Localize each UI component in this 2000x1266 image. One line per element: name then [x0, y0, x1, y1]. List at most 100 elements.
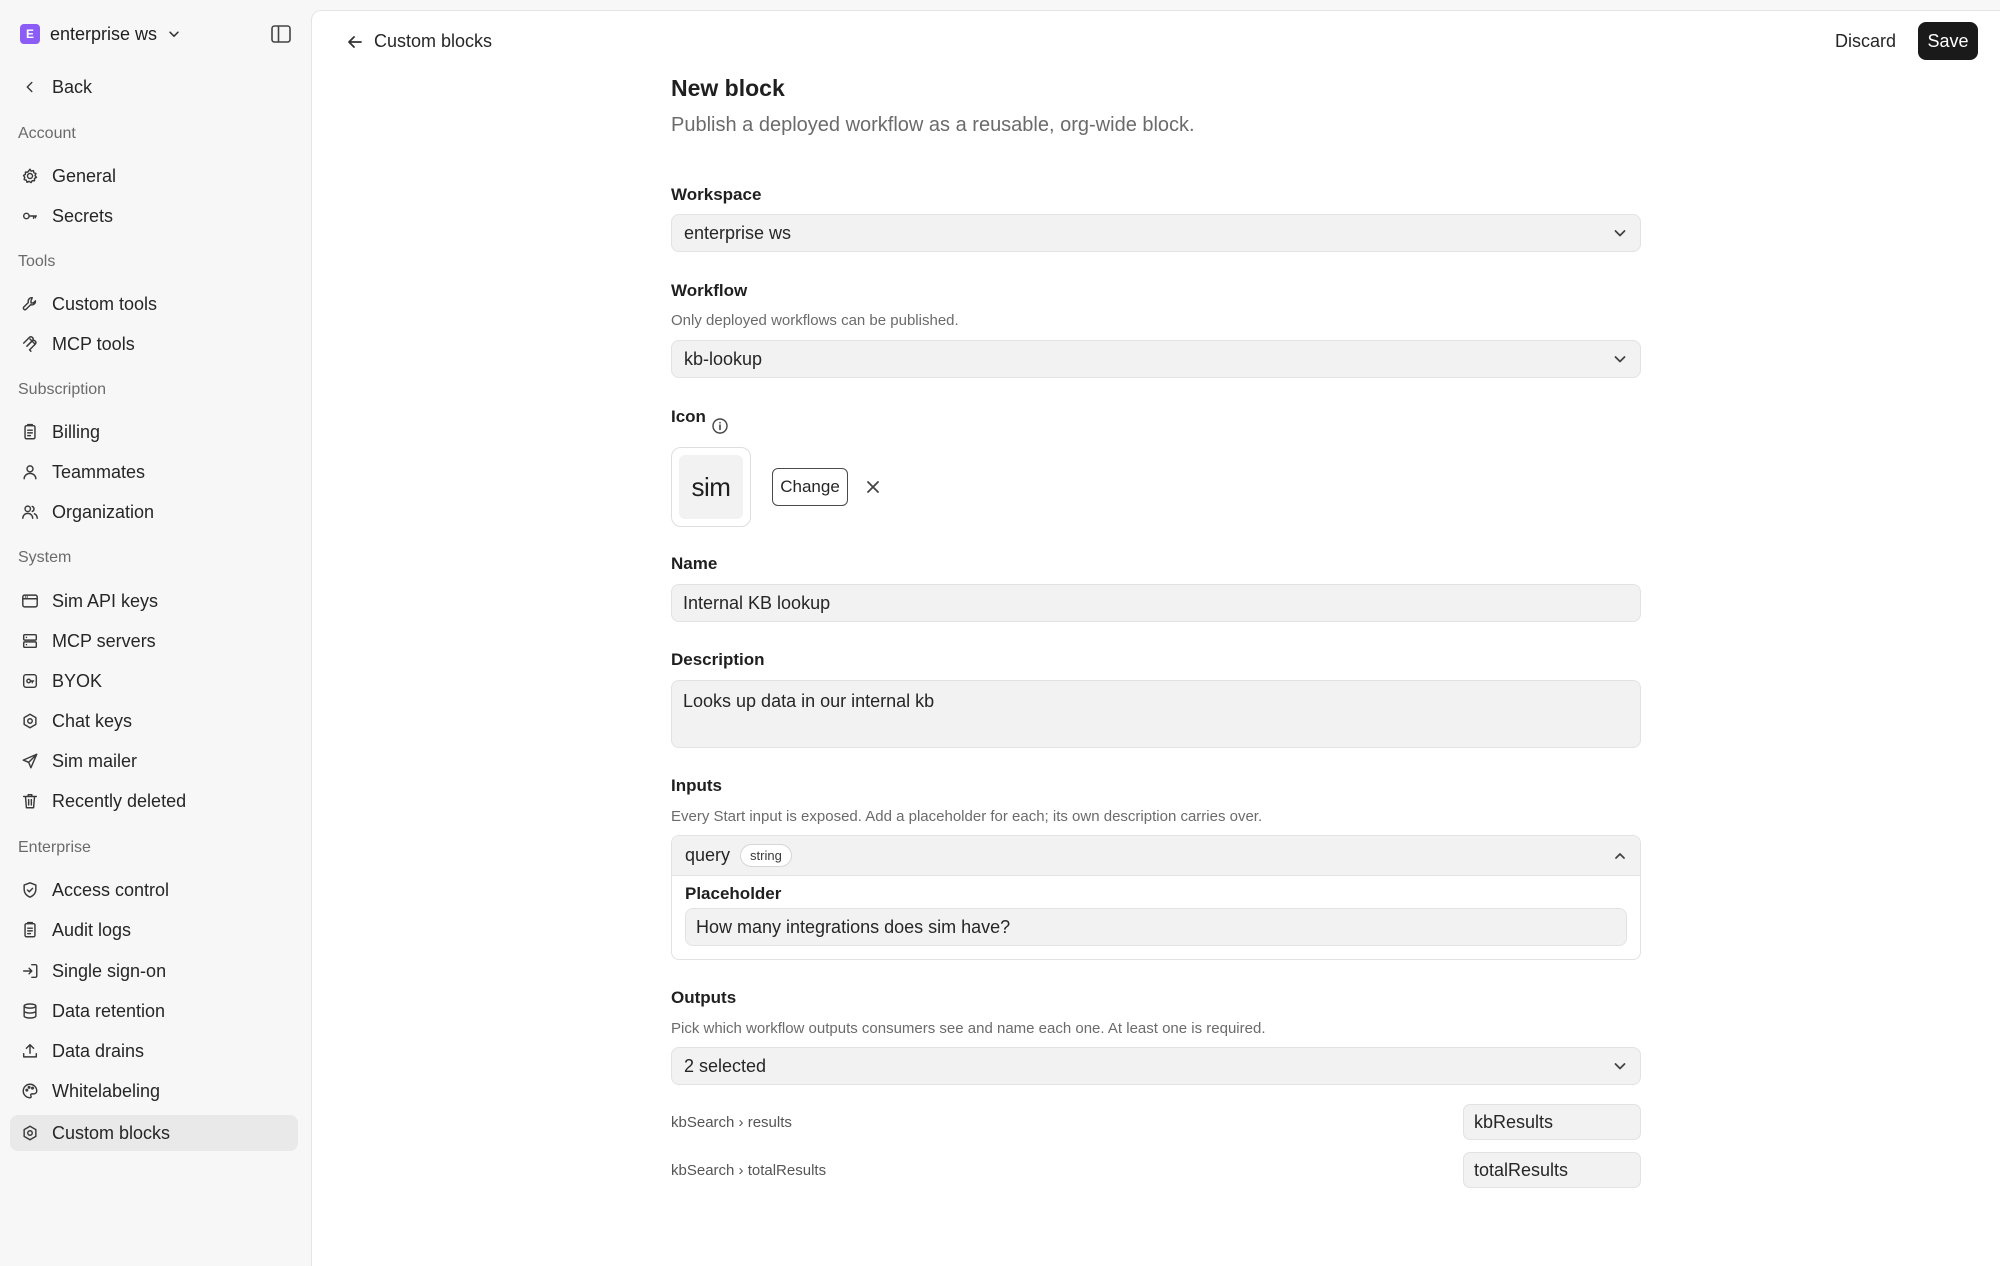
sidebar-item-mcp-tools[interactable]: MCP tools — [10, 326, 298, 362]
key-square-icon — [20, 671, 40, 691]
sidebar-item-byok[interactable]: BYOK — [10, 663, 298, 699]
palette-icon — [20, 1081, 40, 1101]
description-label: Description — [671, 650, 765, 669]
inputs-help: Every Start input is exposed. Add a plac… — [671, 808, 1263, 825]
input-item-header[interactable]: query string — [672, 836, 1640, 876]
back-link[interactable]: Back — [10, 69, 298, 105]
chevron-left-icon — [20, 77, 40, 97]
sidebar-item-label: Billing — [52, 421, 101, 442]
outputs-select-value: 2 selected — [684, 1055, 767, 1076]
outputs-label: Outputs — [671, 988, 737, 1007]
sidebar-item-recently-deleted[interactable]: Recently deleted — [10, 783, 298, 819]
discard-button[interactable]: Discard — [1835, 31, 1896, 52]
workflow-select[interactable]: kb-lookup — [671, 340, 1641, 378]
workflow-select-value: kb-lookup — [684, 348, 763, 369]
sidebar-item-custom-tools[interactable]: Custom tools — [10, 286, 298, 322]
change-icon-button[interactable]: Change — [772, 468, 848, 506]
send-icon — [20, 751, 40, 771]
sidebar-item-label: Access control — [52, 879, 170, 900]
output-alias-input[interactable]: totalResults — [1463, 1152, 1641, 1188]
placeholder-input[interactable]: How many integrations does sim have? — [685, 908, 1627, 946]
sidebar-item-label: Custom blocks — [52, 1122, 171, 1143]
sidebar-item-label: MCP servers — [52, 630, 156, 651]
server-icon — [20, 631, 40, 651]
sidebar-item-label: General — [52, 165, 117, 186]
section-heading-enterprise: Enterprise — [18, 839, 91, 856]
user-icon — [20, 462, 40, 482]
workspace-switcher[interactable]: E enterprise ws — [20, 22, 181, 46]
database-icon — [20, 1001, 40, 1021]
users-icon — [20, 502, 40, 522]
name-input[interactable]: Internal KB lookup — [671, 584, 1641, 622]
workflow-help: Only deployed workflows can be published… — [671, 312, 959, 329]
sidebar-item-label: Recently deleted — [52, 790, 187, 811]
arrow-left-icon — [348, 35, 362, 48]
clipboard-icon — [20, 920, 40, 940]
sidebar-item-label: Organization — [52, 501, 155, 522]
workspace-label: Workspace — [671, 185, 762, 204]
receipt-icon — [20, 422, 40, 442]
workspace-name: enterprise ws — [50, 23, 158, 44]
sidebar-item-teammates[interactable]: Teammates — [10, 454, 298, 490]
sidebar-item-single-sign-on[interactable]: Single sign-on — [10, 953, 298, 989]
icon-label: Icon — [671, 407, 706, 426]
output-path: kbSearch › results — [671, 1114, 792, 1131]
sidebar-item-label: Data retention — [52, 1000, 166, 1021]
wrench-icon — [20, 294, 40, 314]
sim-logo-icon: sim — [679, 455, 743, 519]
description-textarea[interactable]: Looks up data in our internal kb — [671, 680, 1641, 748]
hexagon-icon — [20, 711, 40, 731]
sidebar-item-label: Teammates — [52, 461, 146, 482]
mcp-icon — [20, 334, 40, 354]
trash-icon — [20, 791, 40, 811]
breadcrumb-label: Custom blocks — [374, 31, 493, 51]
save-button[interactable]: Save — [1918, 22, 1978, 60]
section-heading-tools: Tools — [18, 253, 56, 270]
output-alias-input[interactable]: kbResults — [1463, 1104, 1641, 1140]
hexagon-icon — [20, 1123, 40, 1143]
sidebar-item-chat-keys[interactable]: Chat keys — [10, 703, 298, 739]
main-panel: Custom blocks Discard Save New block Pub… — [311, 10, 2000, 1266]
sidebar-item-organization[interactable]: Organization — [10, 494, 298, 530]
sidebar-item-label: Sim API keys — [52, 590, 159, 611]
browser-window-icon — [20, 591, 40, 611]
section-heading-system: System — [18, 549, 72, 566]
sidebar-item-secrets[interactable]: Secrets — [10, 198, 298, 234]
sidebar-item-label: Chat keys — [52, 710, 133, 731]
sidebar-item-label: Secrets — [52, 205, 114, 226]
sign-in-icon — [20, 961, 40, 981]
page-subtitle: Publish a deployed workflow as a reusabl… — [671, 114, 1195, 136]
sidebar-item-sim-api-keys[interactable]: Sim API keys — [10, 583, 298, 619]
gear-icon — [20, 166, 40, 186]
sidebar-item-whitelabeling[interactable]: Whitelabeling — [10, 1073, 298, 1109]
sidebar-item-billing[interactable]: Billing — [10, 414, 298, 450]
sidebar-item-sim-mailer[interactable]: Sim mailer — [10, 743, 298, 779]
sidebar-item-general[interactable]: General — [10, 158, 298, 194]
settings-sidebar: E enterprise ws Back Account General Sec… — [0, 0, 310, 1266]
sidebar-item-audit-logs[interactable]: Audit logs — [10, 912, 298, 948]
sidebar-item-data-drains[interactable]: Data drains — [10, 1033, 298, 1069]
workspace-select[interactable]: enterprise ws — [671, 214, 1641, 252]
section-heading-account: Account — [18, 125, 76, 142]
input-type-badge: string — [740, 844, 792, 867]
chevron-down-icon — [1614, 356, 1626, 363]
outputs-help: Pick which workflow outputs consumers se… — [671, 1020, 1266, 1037]
chevron-down-icon — [169, 31, 179, 37]
remove-icon-button[interactable] — [863, 477, 883, 497]
sidebar-item-label: BYOK — [52, 670, 103, 691]
upload-icon — [20, 1041, 40, 1061]
breadcrumb-back[interactable]: Custom blocks — [346, 31, 492, 52]
sidebar-item-label: Sim mailer — [52, 750, 138, 771]
sidebar-item-mcp-servers[interactable]: MCP servers — [10, 623, 298, 659]
outputs-select[interactable]: 2 selected — [671, 1047, 1641, 1085]
sidebar-item-label: Single sign-on — [52, 960, 167, 981]
chevron-up-icon — [1615, 852, 1625, 859]
sidebar-item-label: Custom tools — [52, 293, 158, 314]
sidebar-toggle-icon[interactable] — [270, 24, 292, 44]
sidebar-item-data-retention[interactable]: Data retention — [10, 993, 298, 1029]
sidebar-item-custom-blocks[interactable]: Custom blocks — [10, 1115, 298, 1151]
chevron-down-icon — [1614, 1063, 1626, 1070]
info-icon[interactable] — [711, 417, 729, 435]
block-icon-preview[interactable]: sim — [671, 447, 751, 527]
sidebar-item-access-control[interactable]: Access control — [10, 872, 298, 908]
